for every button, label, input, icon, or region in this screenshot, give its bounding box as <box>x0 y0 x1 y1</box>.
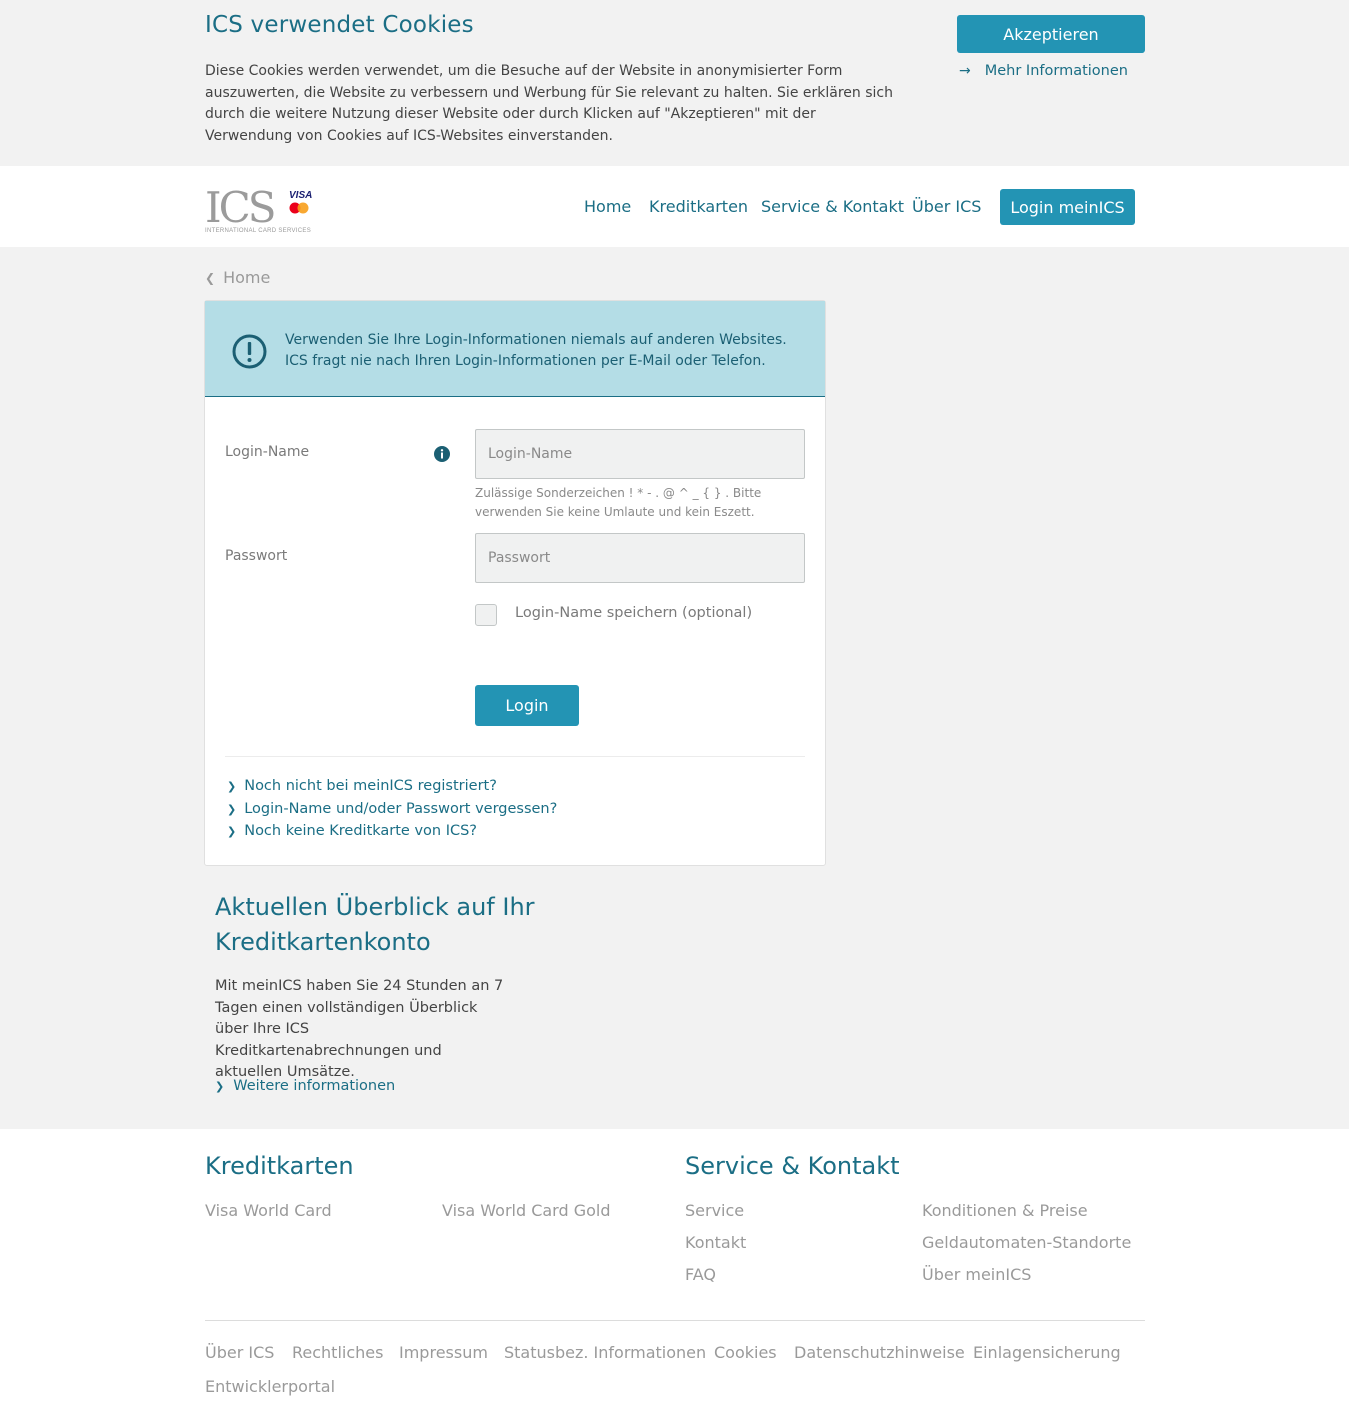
footer-link-ueber-meinics[interactable]: Über meinICS <box>922 1265 1031 1284</box>
breadcrumb-home: Home <box>223 268 271 287</box>
password-input[interactable] <box>475 533 805 583</box>
svg-text:ICS: ICS <box>205 185 274 232</box>
footer-link-statusbez[interactable]: Statusbez. Informationen <box>504 1343 706 1362</box>
forgot-credentials-label: Login-Name und/oder Passwort vergessen? <box>244 801 558 817</box>
exclamation-circle-icon <box>232 334 267 369</box>
nav-service-kontakt[interactable]: Service & Kontakt <box>761 197 904 216</box>
no-card-link[interactable]: ❯ Noch keine Kreditkarte von ICS? <box>227 823 477 839</box>
register-link[interactable]: ❯ Noch nicht bei meinICS registriert? <box>227 778 497 794</box>
footer-link-visa-world-card[interactable]: Visa World Card <box>205 1201 332 1220</box>
cookie-title: ICS verwendet Cookies <box>205 12 474 38</box>
more-info-link[interactable]: → Mehr Informationen <box>959 63 1128 79</box>
footer-divider <box>205 1320 1145 1321</box>
footer-link-geldautomaten[interactable]: Geldautomaten-Standorte <box>922 1233 1131 1252</box>
more-information-link[interactable]: ❯ Weitere informationen <box>215 1078 395 1094</box>
footer-link-einlagensicherung[interactable]: Einlagensicherung <box>973 1343 1121 1362</box>
footer-link-impressum[interactable]: Impressum <box>399 1343 488 1362</box>
arrow-right-icon: → <box>959 63 971 79</box>
alert-text: Verwenden Sie Ihre Login-Informationen n… <box>285 332 787 369</box>
footer-link-rechtliches[interactable]: Rechtliches <box>292 1343 383 1362</box>
footer-link-ueber-ics[interactable]: Über ICS <box>205 1343 274 1362</box>
more-info-label: Mehr Informationen <box>984 63 1128 79</box>
chevron-right-icon: ❯ <box>227 802 237 816</box>
card-divider <box>225 756 805 757</box>
login-submit-button[interactable]: Login <box>475 685 579 726</box>
chevron-right-icon: ❯ <box>227 779 237 793</box>
footer-link-service[interactable]: Service <box>685 1201 744 1220</box>
footer-heading-kreditkarten: Kreditkarten <box>205 1152 354 1180</box>
footer-link-entwicklerportal[interactable]: Entwicklerportal <box>205 1377 335 1396</box>
overview-text: Mit meinICS haben Sie 24 Stunden an 7 Ta… <box>215 978 504 1080</box>
footer-link-faq[interactable]: FAQ <box>685 1265 716 1284</box>
footer-link-datenschutz[interactable]: Datenschutzhinweise <box>794 1343 965 1362</box>
ics-logo[interactable]: ICS VISA INTERNATIONAL CARD SERVICES <box>205 183 321 235</box>
login-meinics-button[interactable]: Login meinICS <box>1000 189 1135 225</box>
chevron-right-icon: ❯ <box>215 1079 225 1093</box>
chevron-right-icon: ❯ <box>227 824 237 838</box>
overview-title: Aktuellen Überblick auf Ihr Kreditkarten… <box>215 893 535 956</box>
footer-link-cookies[interactable]: Cookies <box>714 1343 777 1362</box>
cookie-text: Diese Cookies werden verwendet, um die B… <box>205 63 893 144</box>
footer-link-kontakt[interactable]: Kontakt <box>685 1233 746 1252</box>
chevron-left-icon: ❮ <box>205 270 216 285</box>
footer-heading-service: Service & Kontakt <box>685 1152 900 1180</box>
nav-ueber-ics[interactable]: Über ICS <box>912 197 981 216</box>
footer-link-konditionen[interactable]: Konditionen & Preise <box>922 1201 1088 1220</box>
login-name-label: Login-Name <box>225 444 310 460</box>
breadcrumb[interactable]: ❮ Home <box>205 268 270 287</box>
password-label: Passwort <box>225 548 288 564</box>
remember-login-label[interactable]: Login-Name speichern (optional) <box>515 605 752 621</box>
register-link-label: Noch nicht bei meinICS registriert? <box>244 778 497 794</box>
no-card-label: Noch keine Kreditkarte von ICS? <box>244 823 478 839</box>
more-information-label: Weitere informationen <box>233 1078 396 1094</box>
login-name-input[interactable] <box>475 429 805 479</box>
info-icon[interactable] <box>434 446 450 462</box>
remember-login-checkbox[interactable] <box>475 604 497 626</box>
login-name-hint: Zulässige Sonderzeichen ! * - . @ ^ _ { … <box>475 486 762 519</box>
footer-link-visa-world-card-gold[interactable]: Visa World Card Gold <box>442 1201 611 1220</box>
svg-text:VISA: VISA <box>289 190 312 201</box>
svg-text:INTERNATIONAL CARD SERVICES: INTERNATIONAL CARD SERVICES <box>205 228 311 234</box>
site-footer <box>0 1129 1349 1419</box>
forgot-credentials-link[interactable]: ❯ Login-Name und/oder Passwort vergessen… <box>227 801 557 817</box>
nav-kreditkarten[interactable]: Kreditkarten <box>649 197 748 216</box>
accept-cookies-button[interactable]: Akzeptieren <box>957 15 1145 53</box>
nav-home[interactable]: Home <box>584 197 631 216</box>
